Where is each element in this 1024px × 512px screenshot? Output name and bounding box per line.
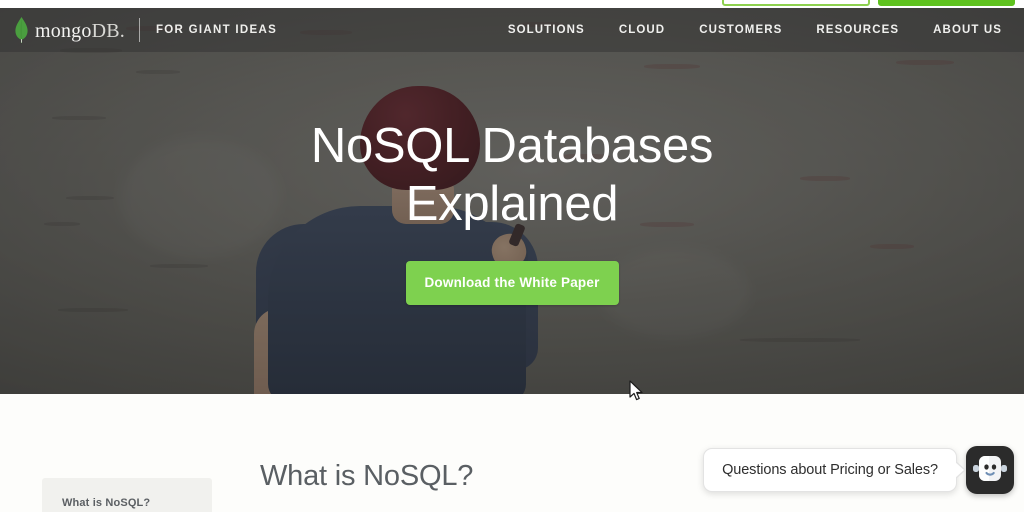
- top-outline-button[interactable]: [722, 0, 870, 6]
- toc-item-what-is-nosql[interactable]: What is NoSQL?: [62, 497, 150, 509]
- top-partial-button-strip: [0, 0, 1024, 8]
- nav-item-resources[interactable]: RESOURCES: [816, 24, 899, 36]
- robot-icon: [972, 453, 1008, 488]
- nav-item-solutions[interactable]: SOLUTIONS: [508, 24, 585, 36]
- main-nav-links: SOLUTIONS CLOUD CUSTOMERS RESOURCES ABOU…: [508, 24, 1002, 36]
- hero-title: NoSQL Databases Explained: [310, 118, 714, 234]
- brand-tagline: FOR GIANT IDEAS: [155, 24, 278, 36]
- brand-logo[interactable]: mongoDB.: [14, 17, 125, 43]
- page-root: mongoDB. FOR GIANT IDEAS SOLUTIONS CLOUD…: [0, 0, 1024, 512]
- top-navigation-bar: mongoDB. FOR GIANT IDEAS SOLUTIONS CLOUD…: [0, 8, 1024, 52]
- chat-widget: Questions about Pricing or Sales?: [703, 446, 1014, 494]
- hero-title-line-2: Explained: [405, 176, 619, 231]
- brand-wordmark: mongoDB.: [35, 20, 125, 42]
- top-solid-button[interactable]: [878, 0, 1015, 6]
- nav-item-customers[interactable]: CUSTOMERS: [699, 24, 782, 36]
- chat-bot-avatar-button[interactable]: [966, 446, 1014, 494]
- hero-title-line-1: NoSQL Databases: [310, 119, 714, 173]
- section-heading-what-is-nosql: What is NoSQL?: [260, 460, 474, 492]
- mongodb-leaf-icon: [14, 17, 29, 43]
- table-of-contents-panel: What is NoSQL?: [42, 478, 212, 512]
- nav-item-cloud[interactable]: CLOUD: [619, 24, 665, 36]
- hero-content: NoSQL Databases Explained Download the W…: [0, 8, 1024, 394]
- brand-divider: [138, 18, 140, 42]
- nav-item-about-us[interactable]: ABOUT US: [933, 24, 1002, 36]
- download-white-paper-button[interactable]: Download the White Paper: [405, 260, 619, 305]
- chat-message-bubble[interactable]: Questions about Pricing or Sales?: [703, 448, 957, 492]
